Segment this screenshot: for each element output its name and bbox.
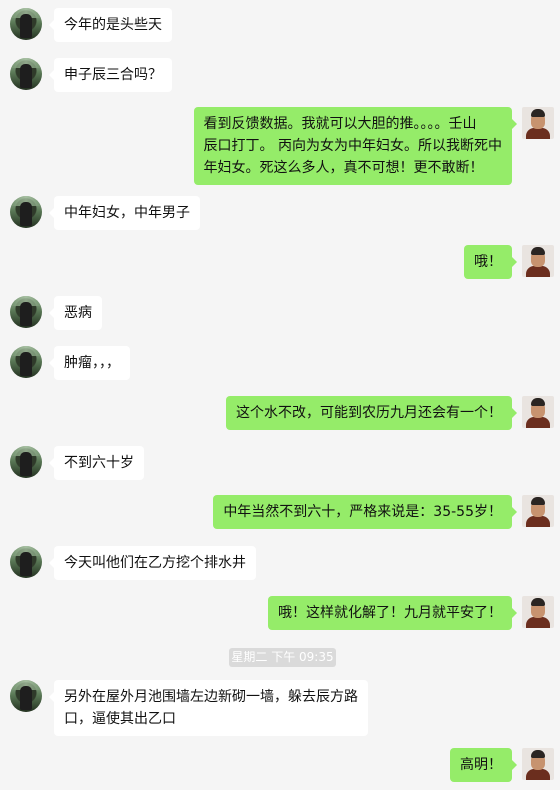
my-avatar[interactable] [522, 748, 554, 780]
message-text-line: 年妇女。死这么多人，真不可想！更不敢断！ [203, 160, 484, 176]
message-bubble[interactable]: 哦！ [464, 245, 517, 279]
my-avatar[interactable] [522, 396, 554, 428]
message-text: 申子辰三合吗？ [64, 67, 162, 83]
message-text: 哦！这样就化解了！九月就平安了！ [278, 605, 502, 621]
message-text: 中年当然不到六十，严格来说是：35-55岁！ [223, 504, 502, 520]
message-bubble[interactable]: 中年妇女，中年男子 [49, 196, 200, 230]
message-text-line: 辰口打丁。 丙向为女为中年妇女。所以我断死中 [203, 138, 502, 154]
message-bubble[interactable]: 哦！这样就化解了！九月就平安了！ [268, 596, 517, 630]
message-text: 中年妇女，中年男子 [64, 205, 190, 221]
my-avatar[interactable] [522, 107, 554, 139]
contact-avatar[interactable] [10, 446, 42, 478]
message-text: 这个水不改，可能到农历九月还会有一个！ [236, 405, 502, 421]
message-bubble[interactable]: 中年当然不到六十，严格来说是：35-55岁！ [213, 495, 517, 529]
contact-avatar[interactable] [10, 346, 42, 378]
message-bubble[interactable]: 恶病 [49, 296, 102, 330]
contact-avatar[interactable] [10, 196, 42, 228]
contact-avatar[interactable] [10, 296, 42, 328]
message-text: 肿瘤，，， [64, 355, 120, 371]
contact-avatar[interactable] [10, 58, 42, 90]
message-bubble[interactable]: 今天叫他们在乙方挖个排水井 [49, 546, 256, 580]
chat-message-list[interactable]: 今年的是头些天 申子辰三合吗？ 看到反馈数据。我就可以大胆的推。。。。壬山 辰口… [0, 0, 560, 790]
my-avatar[interactable] [522, 495, 554, 527]
message-timestamp: 星期二 下午 09:35 [229, 648, 336, 667]
message-bubble[interactable]: 看到反馈数据。我就可以大胆的推。。。。壬山 辰口打丁。 丙向为女为中年妇女。所以… [193, 107, 518, 185]
message-bubble[interactable]: 另外在屋外月池围墙左边新砌一墙，躲去辰方路 口，逼使其出乙口 [49, 680, 368, 736]
message-text: 今天叫他们在乙方挖个排水井 [64, 555, 246, 571]
message-bubble[interactable]: 这个水不改，可能到农历九月还会有一个！ [226, 396, 517, 430]
contact-avatar[interactable] [10, 680, 42, 712]
message-text: 恶病 [64, 305, 92, 321]
message-bubble[interactable]: 申子辰三合吗？ [49, 58, 172, 92]
message-text: 哦！ [474, 254, 502, 270]
message-text: 不到六十岁 [64, 455, 134, 471]
contact-avatar[interactable] [10, 546, 42, 578]
message-text: 高明！ [460, 757, 502, 773]
my-avatar[interactable] [522, 596, 554, 628]
message-bubble[interactable]: 肿瘤，，， [49, 346, 130, 380]
my-avatar[interactable] [522, 245, 554, 277]
message-bubble[interactable]: 高明！ [450, 748, 517, 782]
contact-avatar[interactable] [10, 8, 42, 40]
message-bubble[interactable]: 今年的是头些天 [49, 8, 172, 42]
message-text-line: 口，逼使其出乙口 [64, 711, 176, 727]
message-text-line: 另外在屋外月池围墙左边新砌一墙，躲去辰方路 [64, 689, 358, 705]
message-text: 今年的是头些天 [64, 17, 162, 33]
message-bubble[interactable]: 不到六十岁 [49, 446, 144, 480]
message-text-line: 看到反馈数据。我就可以大胆的推。。。。壬山 [203, 116, 477, 132]
